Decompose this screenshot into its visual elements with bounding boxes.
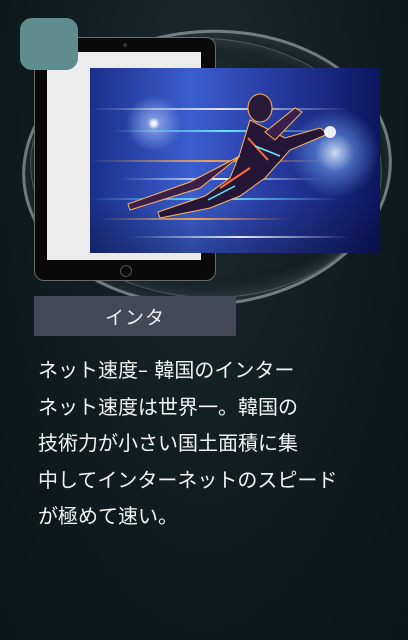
body-line: が極めて速い。 <box>38 504 178 528</box>
article-body: ネット速度– 韓国のインター ネット速度は世界一。韓国の 技術力が小さい国土面積… <box>38 352 368 535</box>
body-line: ネット速度– 韓国のインター <box>38 358 295 382</box>
body-line: 技術力が小さい国土面積に集 <box>38 431 298 455</box>
hero-image <box>90 68 380 253</box>
flying-hero-figure <box>127 93 336 219</box>
category-label[interactable]: インタ <box>34 296 236 336</box>
category-label-text: インタ <box>104 306 165 329</box>
tablet-camera <box>123 43 127 47</box>
article-card[interactable]: インタ ネット速度– 韓国のインター ネット速度は世界一。韓国の 技術力が小さい… <box>0 0 408 640</box>
body-line: 中してインターネットのスピード <box>38 467 338 492</box>
body-line: ネット速度は世界一。韓国の <box>38 394 298 419</box>
tablet-home-button <box>120 265 132 277</box>
corner-accent-square <box>20 18 78 70</box>
